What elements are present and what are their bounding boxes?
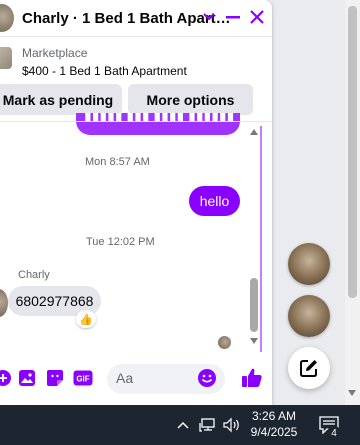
message-composer: GIF	[0, 358, 272, 400]
message-input[interactable]	[116, 370, 196, 386]
chat-scrollbar[interactable]	[248, 126, 260, 348]
gif-icon[interactable]: GIF	[72, 367, 94, 389]
sender-name: Charly	[18, 269, 50, 281]
previous-message-bubble: ▮▮▮▮▮ ▮▮▮ ▮▮▮▮ ▮▮▮▮▮▮	[76, 113, 240, 135]
system-clock[interactable]: 3:26 AM 9/4/2025	[244, 408, 304, 440]
listing-title: $400 - 1 Bed 1 Bath Apartment	[22, 64, 187, 78]
emoji-icon[interactable]	[197, 368, 219, 390]
chat-window: Charly · 1 Bed 1 Bath Apart… Marketplace…	[0, 0, 272, 405]
timestamp-tuesday: Tue 12:02 PM	[86, 236, 155, 248]
network-icon[interactable]	[198, 415, 218, 435]
marketplace-listing[interactable]: Marketplace $400 - 1 Bed 1 Bath Apartmen…	[0, 38, 272, 80]
like-icon[interactable]	[241, 367, 263, 389]
clock-date: 9/4/2025	[250, 425, 298, 439]
focus-outline	[260, 126, 262, 352]
mark-as-pending-button[interactable]: Mark as pending	[0, 84, 122, 115]
thumbs-up-reaction[interactable]: 👍	[76, 310, 96, 328]
page-scrollbar[interactable]	[345, 0, 360, 405]
contact-avatar[interactable]	[0, 4, 14, 32]
volume-icon[interactable]	[222, 415, 242, 435]
header-divider	[0, 121, 272, 122]
notification-count-badge: 4	[327, 426, 341, 440]
timestamp-monday: Mon 8:57 AM	[85, 156, 150, 168]
chat-scroll-down-arrow[interactable]	[250, 338, 258, 344]
minimize-icon[interactable]	[222, 6, 244, 28]
chevron-up-icon[interactable]	[176, 415, 190, 435]
chat-scroll-up-arrow[interactable]	[250, 129, 258, 135]
chevron-down-icon[interactable]	[198, 6, 220, 28]
previous-message-text: ▮▮▮▮▮ ▮▮▮ ▮▮▮▮ ▮▮▮▮▮▮	[84, 113, 235, 123]
outgoing-message[interactable]: hello	[189, 186, 240, 216]
close-icon[interactable]	[246, 6, 268, 28]
new-message-button[interactable]	[288, 347, 330, 389]
listing-thumbnail	[0, 47, 12, 69]
compose-icon	[300, 360, 317, 377]
chat-header: Charly · 1 Bed 1 Bath Apart…	[0, 0, 272, 37]
windows-taskbar: 3:26 AM 9/4/2025	[0, 405, 360, 445]
plus-icon[interactable]	[0, 367, 14, 389]
side-chat-head-1[interactable]	[288, 243, 330, 285]
message-input-field[interactable]	[107, 364, 225, 394]
page-scroll-thumb[interactable]	[348, 6, 357, 298]
page-scroll-down-arrow[interactable]	[348, 390, 356, 396]
seen-indicator-avatar	[218, 336, 231, 349]
sender-avatar[interactable]	[0, 289, 8, 317]
side-chat-head-2[interactable]	[288, 295, 330, 337]
photo-icon[interactable]	[16, 367, 38, 389]
svg-text:GIF: GIF	[76, 375, 89, 384]
chat-scroll-thumb[interactable]	[250, 278, 258, 332]
more-options-button[interactable]: More options	[128, 84, 253, 115]
listing-label: Marketplace	[22, 46, 88, 60]
sticker-icon[interactable]	[44, 367, 66, 389]
clock-time: 3:26 AM	[251, 409, 297, 423]
